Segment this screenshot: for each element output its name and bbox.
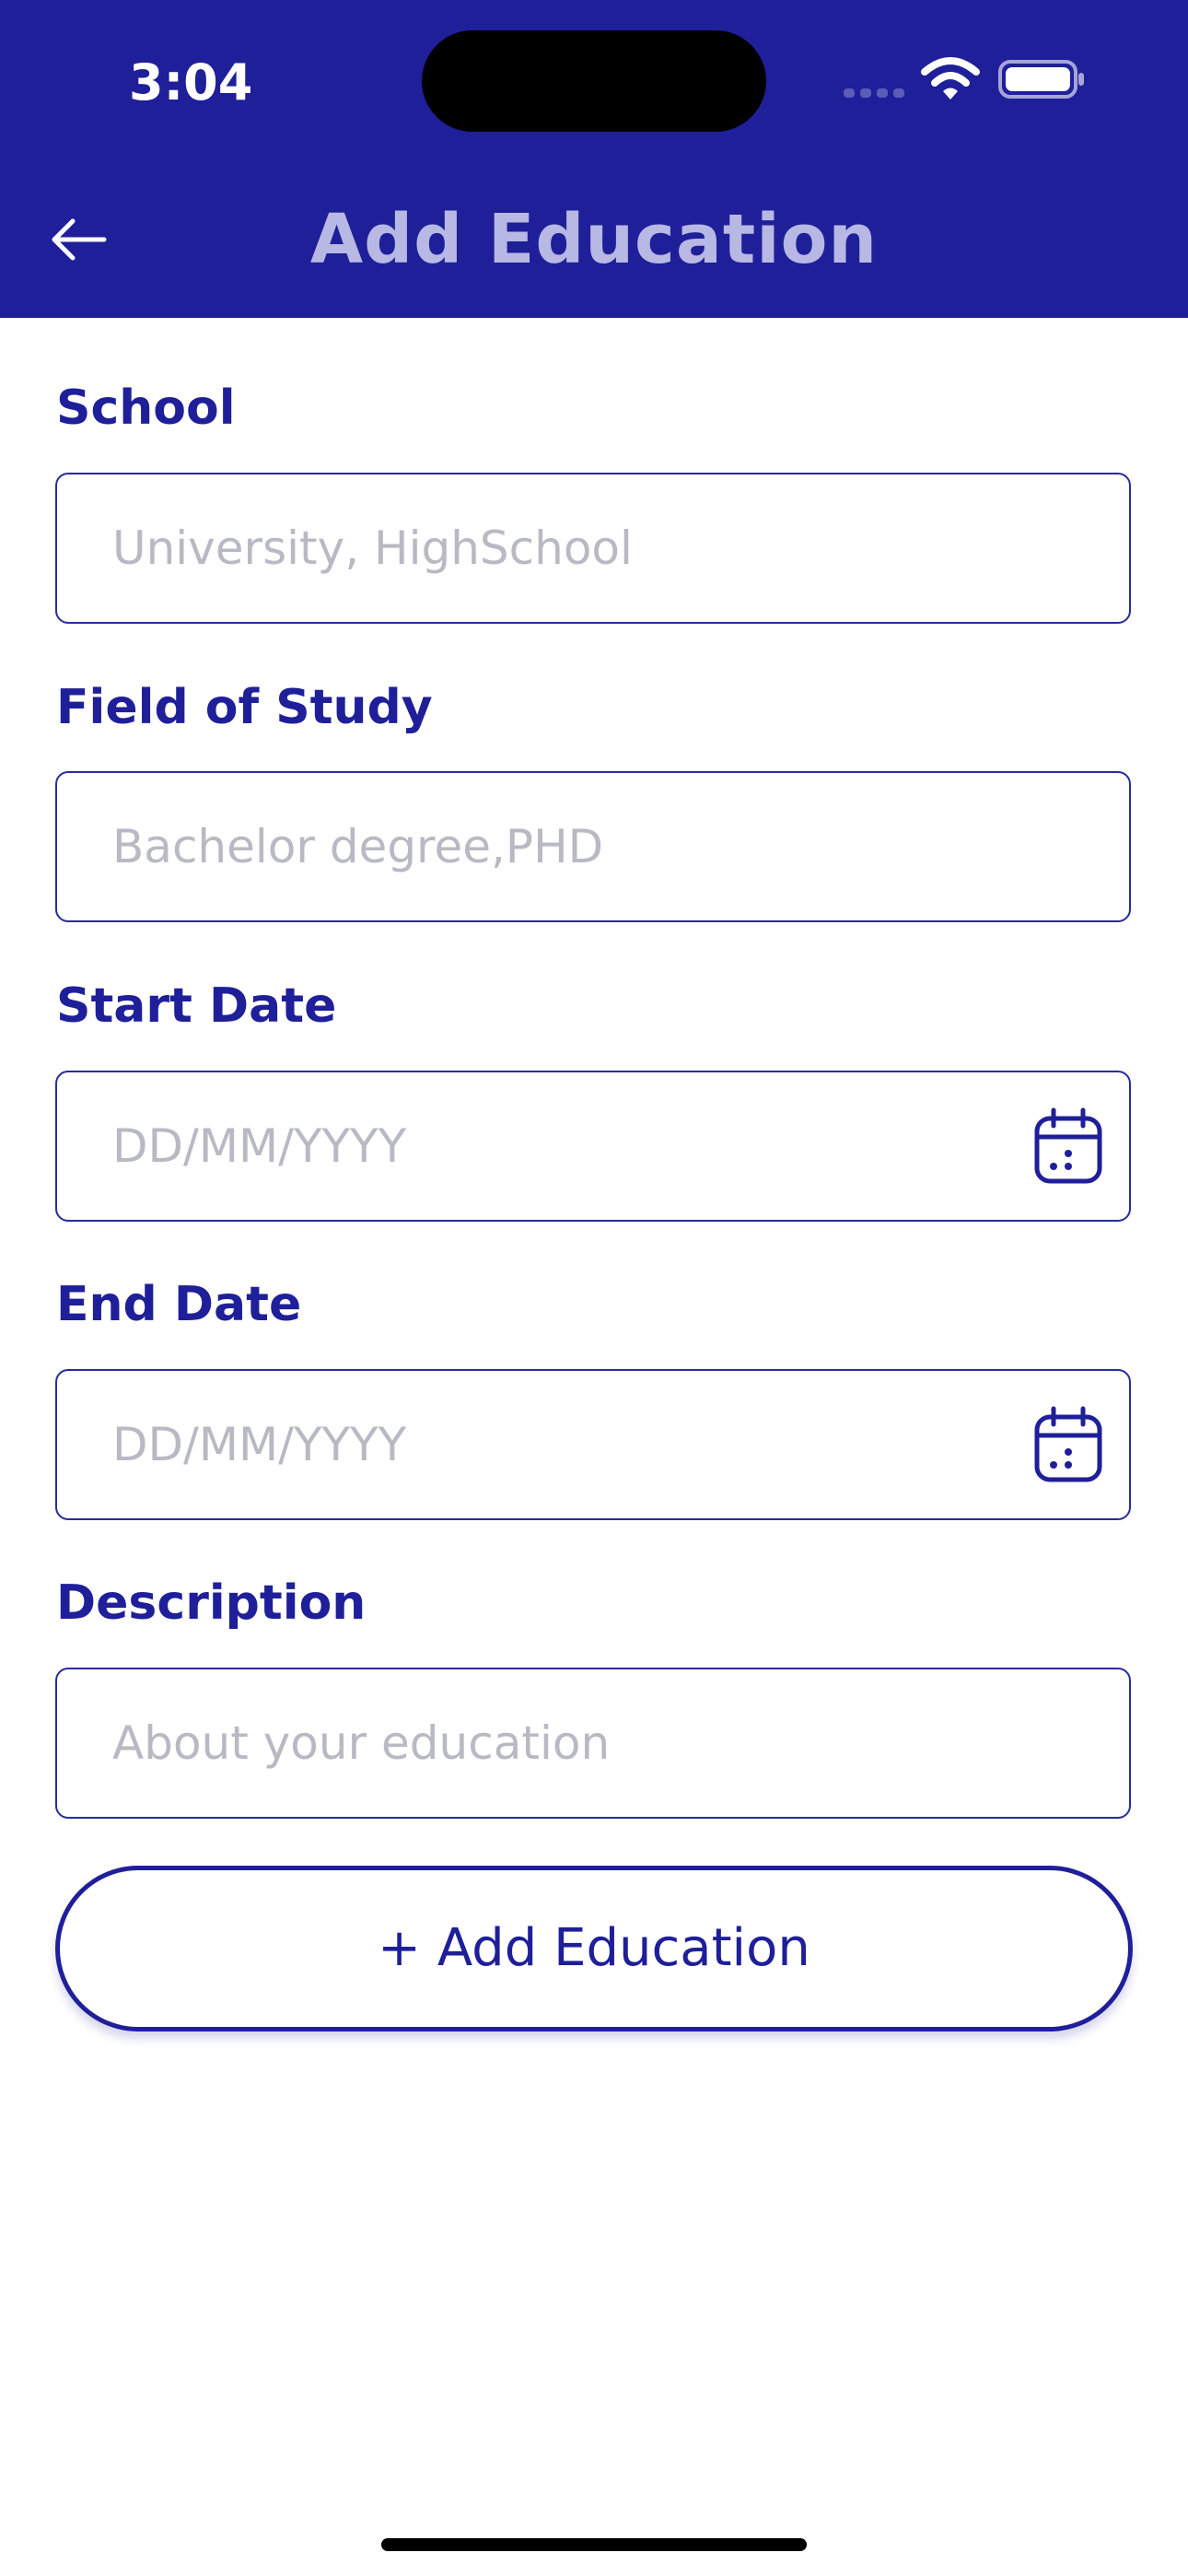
start-date-label: Start Date — [56, 978, 337, 1034]
field-of-study-input[interactable]: Bachelor degree,PHD — [55, 771, 1131, 922]
description-input[interactable]: About your education — [55, 1668, 1131, 1819]
dynamic-island — [422, 30, 766, 132]
battery-icon — [998, 60, 1084, 99]
description-label: Description — [56, 1575, 367, 1631]
end-date-label: End Date — [56, 1277, 302, 1332]
calendar-icon[interactable] — [1033, 1107, 1103, 1185]
school-input[interactable]: University, HighSchool — [55, 473, 1131, 624]
page-title: Add Education — [309, 200, 879, 279]
add-education-screen: 3:04 Add Education School University, Hi… — [0, 0, 1188, 2576]
add-education-button-label: + Add Education — [378, 1918, 810, 1978]
wifi-icon — [921, 57, 980, 100]
add-education-button[interactable]: + Add Education — [55, 1866, 1133, 2032]
start-date-input[interactable]: DD/MM/YYYY — [55, 1071, 1131, 1222]
status-time: 3:04 — [129, 53, 253, 111]
start-date-placeholder: DD/MM/YYYY — [112, 1119, 407, 1173]
calendar-icon[interactable] — [1033, 1406, 1103, 1483]
school-placeholder: University, HighSchool — [112, 521, 633, 575]
description-placeholder: About your education — [112, 1716, 611, 1770]
field-of-study-placeholder: Bachelor degree,PHD — [112, 820, 604, 873]
arrow-left-icon — [52, 218, 107, 261]
cellular-signal-icon — [844, 88, 904, 98]
school-label: School — [56, 381, 236, 436]
end-date-input[interactable]: DD/MM/YYYY — [55, 1369, 1131, 1520]
home-indicator — [381, 2538, 807, 2551]
end-date-placeholder: DD/MM/YYYY — [112, 1418, 407, 1471]
field-of-study-label: Field of Study — [56, 680, 433, 735]
header-bar: 3:04 Add Education — [0, 0, 1188, 318]
back-button[interactable] — [37, 203, 120, 276]
